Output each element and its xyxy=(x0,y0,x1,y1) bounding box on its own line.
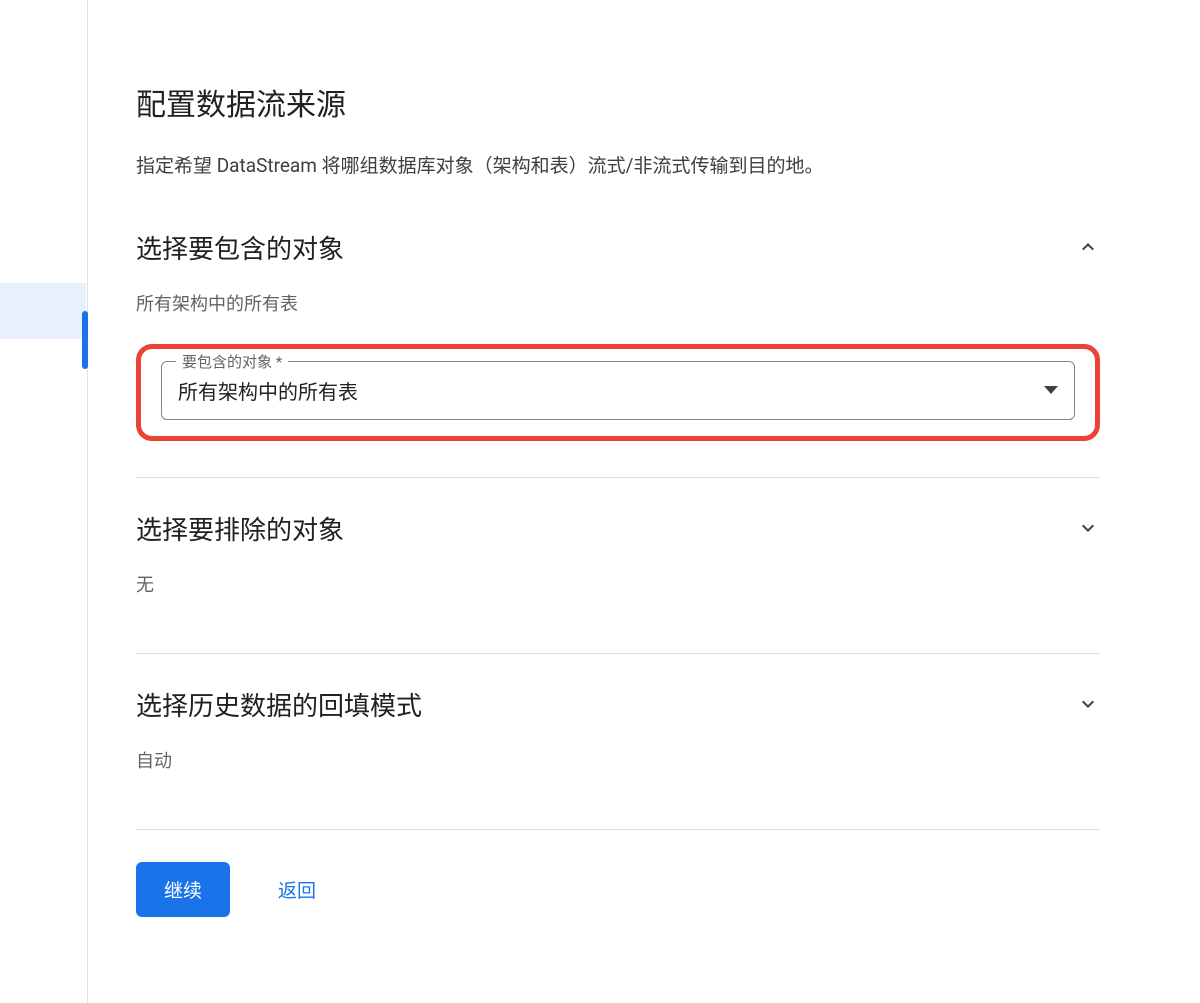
back-button[interactable]: 返回 xyxy=(270,862,324,917)
button-row: 继续 返回 xyxy=(136,862,1100,917)
section-include-subtitle: 所有架构中的所有表 xyxy=(136,290,1100,316)
main-content: 配置数据流来源 指定希望 DataStream 将哪组数据库对象（架构和表）流式… xyxy=(88,0,1148,1003)
page-title: 配置数据流来源 xyxy=(136,80,1100,124)
section-include-title: 选择要包含的对象 xyxy=(136,229,344,266)
sidebar-stub xyxy=(0,0,88,1003)
section-include-objects: 选择要包含的对象 所有架构中的所有表 要包含的对象 * 所有架构中的所有表 xyxy=(136,229,1100,478)
sidebar-active-indicator xyxy=(82,311,88,369)
continue-button[interactable]: 继续 xyxy=(136,862,230,917)
include-objects-select[interactable]: 要包含的对象 * 所有架构中的所有表 xyxy=(161,361,1075,420)
sidebar-active-item[interactable] xyxy=(0,283,86,339)
section-backfill-mode: 选择历史数据的回填模式 自动 xyxy=(136,686,1100,830)
highlight-box: 要包含的对象 * 所有架构中的所有表 xyxy=(136,344,1100,441)
section-exclude-objects: 选择要排除的对象 无 xyxy=(136,510,1100,654)
section-backfill-subtitle: 自动 xyxy=(136,747,1100,773)
dropdown-arrow-icon xyxy=(1044,386,1058,394)
section-exclude-subtitle: 无 xyxy=(136,571,1100,597)
chevron-down-icon xyxy=(1076,516,1100,540)
section-backfill-title: 选择历史数据的回填模式 xyxy=(136,686,422,723)
chevron-up-icon xyxy=(1076,235,1100,259)
section-backfill-header[interactable]: 选择历史数据的回填模式 xyxy=(136,686,1100,723)
section-exclude-title: 选择要排除的对象 xyxy=(136,510,344,547)
chevron-down-icon xyxy=(1076,692,1100,716)
select-label: 要包含的对象 * xyxy=(176,351,288,372)
section-exclude-header[interactable]: 选择要排除的对象 xyxy=(136,510,1100,547)
page-description: 指定希望 DataStream 将哪组数据库对象（架构和表）流式/非流式传输到目… xyxy=(136,152,1100,181)
select-value: 所有架构中的所有表 xyxy=(178,376,358,405)
section-include-header[interactable]: 选择要包含的对象 xyxy=(136,229,1100,266)
